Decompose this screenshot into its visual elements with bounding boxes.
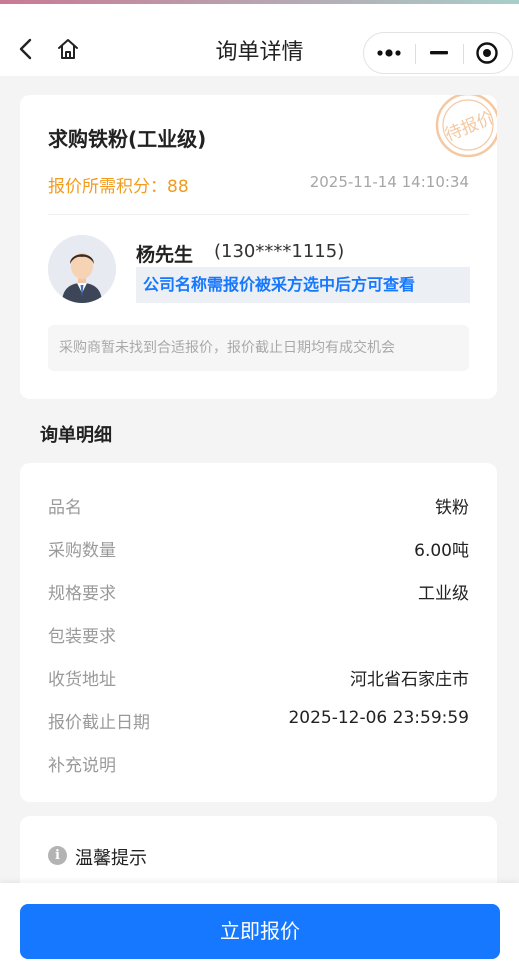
detail-row-quantity: 采购数量 6.00吨 <box>48 536 469 564</box>
bottom-action-bar: 立即报价 <box>0 883 519 978</box>
inquiry-timestamp: 2025-11-14 14:10:34 <box>309 173 469 191</box>
minimize-button[interactable] <box>415 33 463 73</box>
buyer-name: 杨先生 <box>136 244 194 266</box>
more-dots-icon <box>377 49 401 57</box>
detail-label: 品名 <box>48 498 82 518</box>
more-button[interactable] <box>366 33 414 73</box>
detail-row-deadline: 报价截止日期 2025-12-06 23:59:59 <box>48 708 469 736</box>
inquiry-summary-card: 求购铁粉(工业级) 报价所需积分：88 2025-11-14 14:10:34 … <box>20 95 497 399</box>
minimize-icon <box>430 51 448 55</box>
detail-row-remarks: 补充说明 <box>48 751 469 779</box>
detail-value: 河北省石家庄市 <box>350 670 469 690</box>
info-icon: i <box>48 846 67 865</box>
stamp-text: 待报价 <box>442 108 497 146</box>
detail-row-spec: 规格要求 工业级 <box>48 579 469 607</box>
section-title-details: 询单明细 <box>40 425 112 446</box>
required-points: 报价所需积分：88 <box>48 177 189 197</box>
navigation-bar: 询单详情 <box>0 0 519 76</box>
buyer-phone: (130****1115) <box>214 241 345 262</box>
buyer-avatar <box>48 235 116 303</box>
quote-opportunity-note: 采购商暂未找到合适报价，报价截止日期均有成交机会 <box>48 325 469 371</box>
detail-row-address: 收货地址 河北省石家庄市 <box>48 665 469 693</box>
detail-label: 规格要求 <box>48 584 116 604</box>
avatar-icon <box>48 235 116 303</box>
detail-value: 6.00吨 <box>414 541 469 561</box>
detail-row-product-name: 品名 铁粉 <box>48 493 469 521</box>
detail-value: 2025-12-06 23:59:59 <box>288 708 469 728</box>
detail-label: 收货地址 <box>48 670 116 690</box>
close-button[interactable] <box>463 33 511 73</box>
submit-quote-button[interactable]: 立即报价 <box>20 904 500 959</box>
divider <box>48 214 469 215</box>
top-accent-line <box>0 0 519 4</box>
pending-quote-stamp: 待报价 <box>435 95 497 158</box>
tips-title: 温馨提示 <box>75 848 147 869</box>
detail-row-packaging: 包装要求 <box>48 622 469 650</box>
mini-program-capsule <box>363 32 513 74</box>
product-title: 求购铁粉(工业级) <box>48 127 207 151</box>
detail-label: 补充说明 <box>48 756 116 776</box>
detail-value: 铁粉 <box>435 498 469 518</box>
detail-value: 工业级 <box>418 584 469 604</box>
target-circle-icon <box>476 42 498 64</box>
company-hidden-hint: 公司名称需报价被采方选中后方可查看 <box>136 267 470 303</box>
inquiry-details-card: 品名 铁粉 采购数量 6.00吨 规格要求 工业级 包装要求 收货地址 河北省石… <box>20 463 497 802</box>
detail-label: 采购数量 <box>48 541 116 561</box>
detail-label: 报价截止日期 <box>48 713 150 733</box>
detail-label: 包装要求 <box>48 627 116 647</box>
